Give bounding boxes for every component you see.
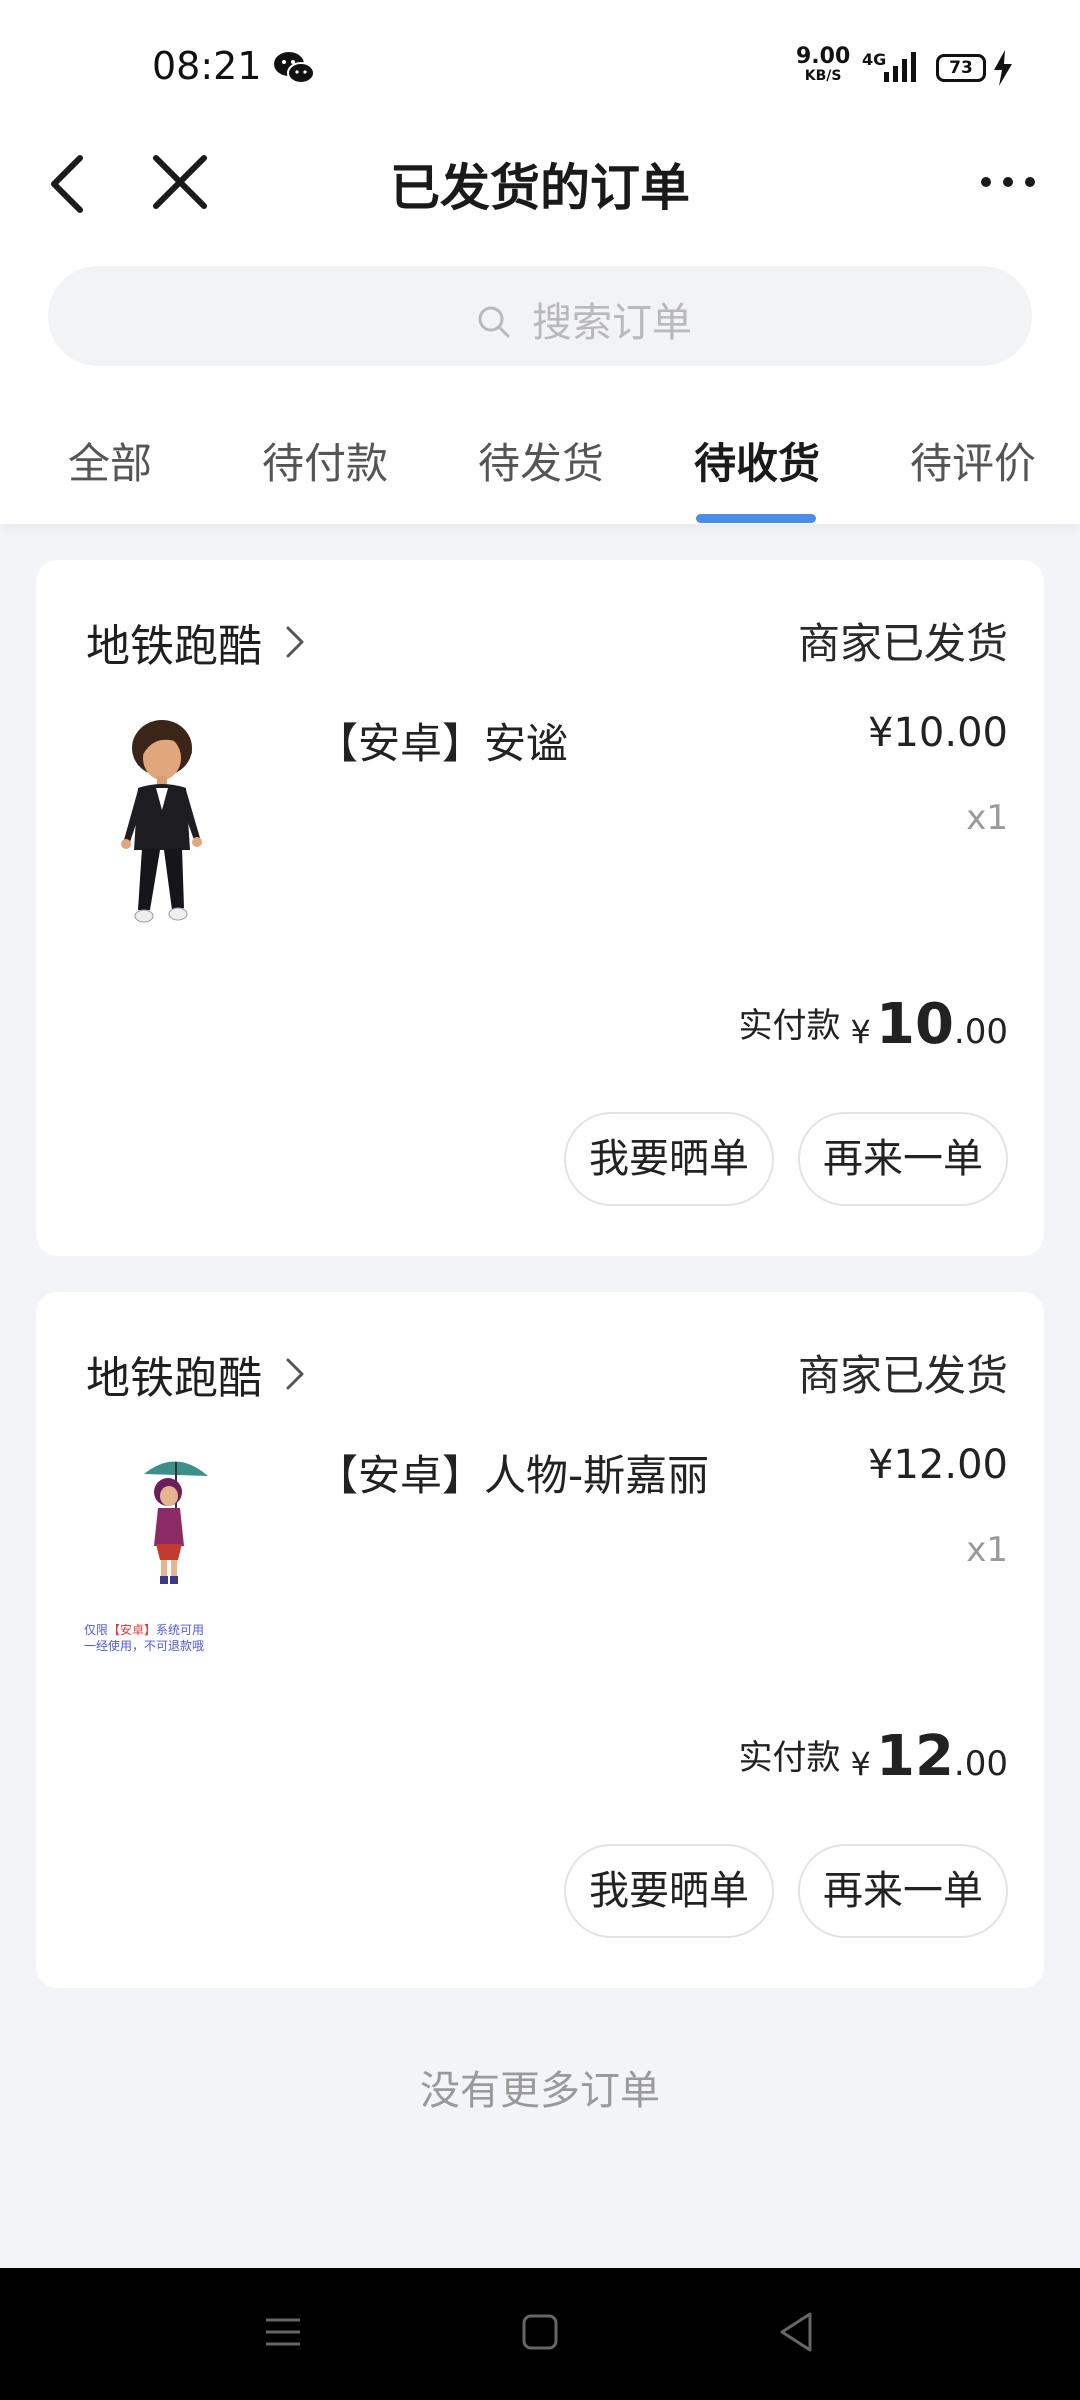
nav-back-icon[interactable] xyxy=(776,2310,816,2354)
reorder-button[interactable]: 再来一单 xyxy=(798,1112,1008,1206)
share-review-button[interactable]: 我要晒单 xyxy=(564,1112,774,1206)
battery-level: 73 xyxy=(949,58,973,78)
tab-all[interactable]: 全部 xyxy=(68,430,152,491)
search-input[interactable]: 搜索订单 xyxy=(48,266,1032,366)
order-card: 地铁跑酷 商家已发货 【安卓】安谧 ¥10.00 x1 实付款 ¥ 10.00 我… xyxy=(36,560,1044,1256)
reorder-button[interactable]: 再来一单 xyxy=(798,1844,1008,1938)
battery-indicator: 73 xyxy=(936,54,986,82)
search-placeholder: 搜索订单 xyxy=(532,300,692,346)
net-speed-unit: KB/S xyxy=(804,68,842,84)
search-section: 搜索订单 xyxy=(0,250,1080,390)
product-name[interactable]: 【安卓】安谧 xyxy=(316,710,568,771)
chevron-right-icon[interactable] xyxy=(284,1356,306,1392)
tab-pending-review[interactable]: 待评价 xyxy=(910,430,1036,491)
order-card: 地铁跑酷 商家已发货 仅限【安卓】系统可用 一经使用，不可退款哦 【安卓】人物-… xyxy=(36,1292,1044,1988)
net-speed-value: 9.00 xyxy=(796,44,851,69)
paid-amount: 实付款 ¥ 10.00 xyxy=(739,992,1008,1062)
more-icon[interactable] xyxy=(978,170,1038,194)
product-price: ¥12.00 xyxy=(868,1442,1008,1488)
search-icon xyxy=(478,306,510,338)
product-thumbnail[interactable] xyxy=(72,710,252,940)
paid-decimal: .00 xyxy=(953,1744,1008,1784)
paid-decimal: .00 xyxy=(953,1012,1008,1052)
shop-name[interactable]: 地铁跑酷 xyxy=(86,1342,262,1406)
paid-label: 实付款 xyxy=(738,1006,841,1046)
order-status: 商家已发货 xyxy=(797,619,1008,668)
no-more-orders-text: 没有更多订单 xyxy=(420,2068,660,2114)
paid-integer: 12 xyxy=(875,1724,954,1789)
product-price: ¥10.00 xyxy=(868,710,1008,756)
tab-pending-payment[interactable]: 待付款 xyxy=(262,430,388,491)
order-status: 商家已发货 xyxy=(797,1351,1008,1400)
signal-icon xyxy=(884,52,916,82)
wechat-icon xyxy=(274,52,315,84)
paid-amount: 实付款 ¥ 12.00 xyxy=(739,1724,1008,1794)
paid-label: 实付款 xyxy=(738,1738,841,1778)
tab-pending-receipt[interactable]: 待收货 xyxy=(694,430,820,491)
caption-prefix: 仅限 xyxy=(84,1623,109,1637)
paid-currency: ¥ xyxy=(850,1013,871,1051)
caption-line2: 一经使用，不可退款哦 xyxy=(84,1639,205,1653)
chevron-right-icon[interactable] xyxy=(284,624,306,660)
status-bar: 08:21 9.00 KB/S 4G 73 xyxy=(0,0,1080,130)
system-nav-bar xyxy=(0,2268,1080,2400)
status-time: 08:21 xyxy=(152,44,262,88)
product-name[interactable]: 【安卓】人物-斯嘉丽 xyxy=(316,1442,709,1503)
shop-name[interactable]: 地铁跑酷 xyxy=(86,610,262,674)
menu-icon[interactable] xyxy=(264,2314,302,2350)
header: 已发货的订单 xyxy=(0,130,1080,250)
product-quantity: x1 xyxy=(966,798,1008,838)
thumbnail-caption: 仅限【安卓】系统可用 一经使用，不可退款哦 xyxy=(84,1622,204,1654)
paid-currency: ¥ xyxy=(850,1745,871,1783)
charging-icon xyxy=(994,50,1012,86)
share-review-button[interactable]: 我要晒单 xyxy=(564,1844,774,1938)
tab-pending-shipment[interactable]: 待发货 xyxy=(478,430,604,491)
product-quantity: x1 xyxy=(966,1530,1008,1570)
caption-highlight: 【安卓】 xyxy=(108,1623,157,1637)
paid-integer: 10 xyxy=(875,992,954,1057)
caption-suffix: 系统可用 xyxy=(156,1623,205,1637)
active-tab-indicator xyxy=(696,514,816,523)
order-tabs: 全部 待付款 待发货 待收货 待评价 xyxy=(0,390,1080,524)
home-icon[interactable] xyxy=(520,2312,560,2352)
page-title: 已发货的订单 xyxy=(390,159,690,217)
net-speed: 9.00 KB/S xyxy=(796,44,851,85)
